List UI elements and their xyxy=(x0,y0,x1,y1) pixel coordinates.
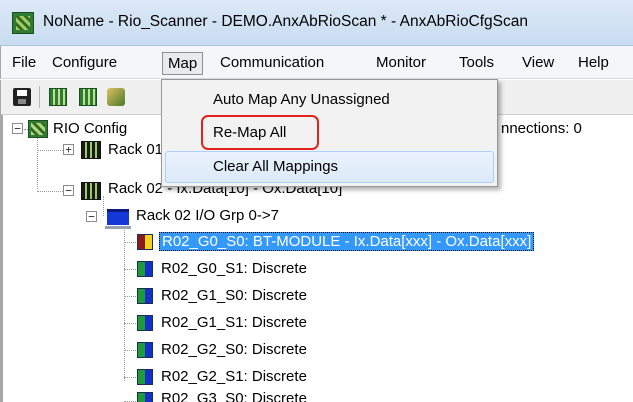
module-label: R02_G0_S0: BT-MODULE - Ix.Data[xxx] - Ox… xyxy=(159,232,535,251)
rack-grid-add-icon[interactable] xyxy=(79,88,97,106)
tree-connector xyxy=(124,323,136,324)
menu-help[interactable]: Help xyxy=(573,52,614,75)
map-dropdown-menu: Auto Map Any Unassigned Re-Map All Clear… xyxy=(161,79,498,187)
tree-item-module[interactable]: R02_G1_S1: Discrete xyxy=(161,312,307,334)
menu-view[interactable]: View xyxy=(517,52,559,75)
discrete-module-icon xyxy=(137,315,153,331)
tree-connector xyxy=(124,242,136,243)
tree-connector xyxy=(37,150,63,151)
menu-configure[interactable]: Configure xyxy=(47,52,122,75)
menu-monitor[interactable]: Monitor xyxy=(371,52,431,75)
menu-item-clear-mappings[interactable]: Clear All Mappings xyxy=(165,151,494,183)
tree-connector xyxy=(124,269,136,270)
menu-bar: File Configure Map Communication Monitor… xyxy=(0,46,633,79)
rack-icon xyxy=(81,141,101,159)
io-group-icon xyxy=(105,209,131,229)
toolbar-separator xyxy=(39,86,40,108)
tool-icon[interactable] xyxy=(107,88,125,106)
tree-root-label[interactable]: RIO Config xyxy=(53,118,127,140)
bt-module-icon xyxy=(137,234,153,250)
discrete-module-icon xyxy=(137,392,153,402)
rack-icon xyxy=(81,182,101,200)
rack-grid-icon[interactable] xyxy=(49,88,67,106)
tree-item-module[interactable]: R02_G0_S0: BT-MODULE - Ix.Data[xxx] - Ox… xyxy=(159,231,535,253)
tree-item-module[interactable]: R02_G2_S0: Discrete xyxy=(161,339,307,361)
tree-connector xyxy=(103,196,104,216)
discrete-module-icon xyxy=(137,369,153,385)
menu-file[interactable]: File xyxy=(7,52,41,75)
window-title: NoName - Rio_Scanner - DEMO.AnxAbRioScan… xyxy=(43,13,529,30)
tree-connector xyxy=(124,377,136,378)
collapse-rack02-icon[interactable]: − xyxy=(63,185,74,196)
expand-rack01-icon[interactable]: + xyxy=(63,144,74,155)
tree-item-module[interactable]: R02_G3_S0: Discrete xyxy=(161,388,307,402)
tree-root-connections: nnections: 0 xyxy=(501,120,582,137)
save-icon[interactable] xyxy=(13,88,31,106)
tree-connector xyxy=(37,191,63,192)
remap-highlight-annotation xyxy=(201,115,319,150)
tree-connector xyxy=(124,296,136,297)
title-bar: NoName - Rio_Scanner - DEMO.AnxAbRioScan… xyxy=(0,0,633,46)
menu-item-auto-map[interactable]: Auto Map Any Unassigned xyxy=(165,84,494,116)
menu-communication[interactable]: Communication xyxy=(215,52,329,75)
app-icon xyxy=(12,12,34,34)
tree-item-io-group[interactable]: Rack 02 I/O Grp 0->7 xyxy=(136,205,279,227)
discrete-module-icon xyxy=(137,288,153,304)
collapse-root-icon[interactable]: − xyxy=(12,123,23,134)
rio-config-icon xyxy=(28,120,48,138)
discrete-module-icon xyxy=(137,261,153,277)
tree-item-module[interactable]: R02_G0_S1: Discrete xyxy=(161,258,307,280)
tree-connector xyxy=(37,129,38,189)
discrete-module-icon xyxy=(137,342,153,358)
menu-map[interactable]: Map xyxy=(162,52,204,75)
tree-item-rack01[interactable]: Rack 01 xyxy=(108,139,163,161)
menu-tools[interactable]: Tools xyxy=(454,52,499,75)
tree-item-module[interactable]: R02_G1_S0: Discrete xyxy=(161,285,307,307)
tree-connector xyxy=(124,350,136,351)
tree-item-module[interactable]: R02_G2_S1: Discrete xyxy=(161,366,307,388)
collapse-group-icon[interactable]: − xyxy=(86,211,97,222)
